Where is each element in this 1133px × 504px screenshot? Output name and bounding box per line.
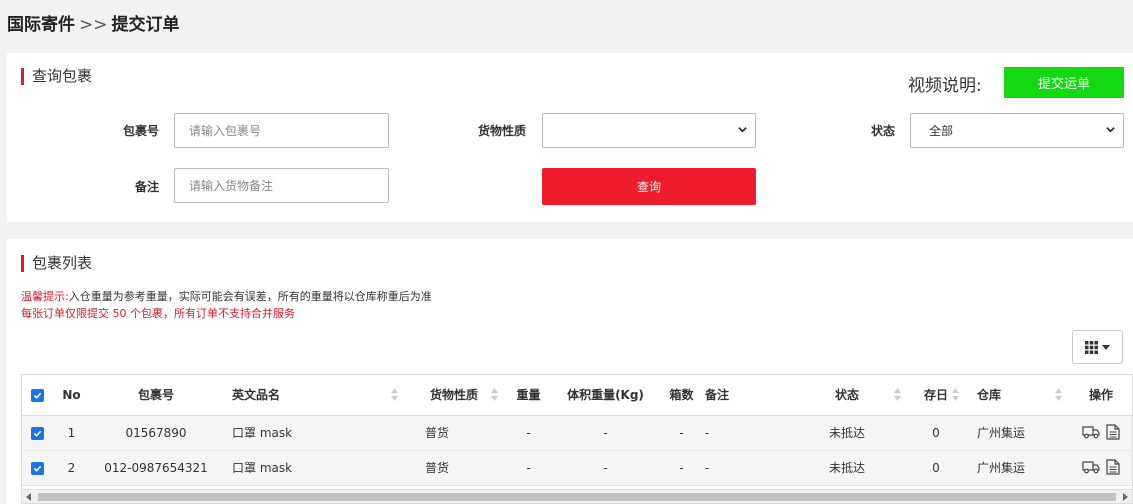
cell-cargo-nature: 普货 [404,415,504,451]
status-label: 状态 [870,124,895,138]
table-row: 1 01567890 口罩 mask 普货 - - - - 未抵达 0 广州集运 [22,415,1132,451]
cell-no: 1 [53,415,90,451]
row-checkbox[interactable] [22,450,53,486]
cell-boxes: - [658,415,705,451]
col-header-stock-days-label: 存日 [923,388,948,403]
col-header-package-no: 包裹号 [90,375,222,416]
chevron-down-icon [1106,127,1115,133]
cell-stock-days: 0 [907,450,965,486]
cell-package-no: 012-0987654321 [90,450,222,486]
document-icon[interactable] [1106,458,1120,475]
package-table: No 包裹号 英文品名 货物性质 重量 体积重量(Kg) 箱数 备注 状态 存日… [21,374,1133,504]
cell-actions [1068,450,1132,486]
caret-down-icon [1102,344,1110,350]
col-header-status[interactable]: 状态 [787,375,907,416]
col-header-cargo-nature-label: 货物性质 [429,388,478,403]
sort-icon [391,388,398,401]
submit-shipment-button[interactable]: 提交运单 [1004,67,1124,98]
cell-vol-weight: - [553,415,658,451]
col-header-remark: 备注 [705,375,787,416]
sort-icon [1055,388,1062,401]
row-checkbox[interactable] [22,415,53,451]
package-no-label: 包裹号 [122,124,159,138]
cell-cargo-nature: 普货 [404,450,504,486]
sort-icon [491,388,498,401]
breadcrumb-separator: >> [79,15,108,35]
scrollbar-thumb[interactable] [38,493,1116,501]
cell-weight: - [504,415,553,451]
remark-label: 备注 [134,180,159,194]
cargo-nature-label: 货物性质 [477,124,526,138]
sort-icon [952,388,959,401]
chevron-down-icon [738,127,747,133]
cell-remark: - [705,450,787,486]
video-guide-label: 视频说明: [908,76,982,96]
col-header-warehouse-label: 仓库 [977,388,1002,403]
query-section-title: 查询包裹 [21,68,92,85]
list-section-title: 包裹列表 [21,255,92,272]
cell-en-name: 口罩 mask [222,415,404,451]
truck-icon[interactable] [1082,425,1100,439]
col-header-vol-weight: 体积重量(Kg) [553,375,658,416]
cell-actions [1068,415,1132,451]
cell-en-name: 口罩 mask [222,450,404,486]
tip-line-1: 温馨提示:入仓重量为参考重量，实际可能会有误差，所有的重量将以仓库称重后为准 [21,288,432,304]
checkbox-checked-icon [31,388,44,402]
sort-icon [894,388,901,401]
cell-status: 未抵达 [787,415,907,451]
col-header-stock-days[interactable]: 存日 [907,375,965,416]
grid-columns-icon [1085,340,1098,354]
col-header-en-name[interactable]: 英文品名 [222,375,404,416]
cell-warehouse: 广州集运 [965,450,1068,486]
cell-weight: - [504,450,553,486]
col-header-boxes: 箱数 [658,375,705,416]
query-panel: 查询包裹 视频说明: 提交运单 包裹号 货物性质 状态 全部 备注 查询 [7,53,1133,222]
cell-warehouse: 广州集运 [965,415,1068,451]
cell-boxes: - [658,450,705,486]
horizontal-scrollbar[interactable] [22,489,1132,503]
table-row: 2 012-0987654321 口罩 mask 普货 - - - - 未抵达 … [22,450,1132,486]
remark-input[interactable] [174,168,389,203]
status-select[interactable]: 全部 [910,113,1124,148]
checkbox-checked-icon [31,461,44,475]
scroll-left-icon[interactable] [26,493,31,501]
scroll-right-icon[interactable] [1123,493,1128,501]
cell-package-no: 01567890 [90,415,222,451]
cargo-nature-select[interactable] [542,113,756,148]
page-title: 提交订单 [111,15,180,35]
status-select-value: 全部 [929,124,954,138]
cell-stock-days: 0 [907,415,965,451]
col-header-cargo-nature[interactable]: 货物性质 [404,375,504,416]
tip-text: 入仓重量为参考重量，实际可能会有误差，所有的重量将以仓库称重后为准 [68,290,432,303]
col-header-weight: 重量 [504,375,553,416]
col-header-no: No [53,375,90,416]
query-button[interactable]: 查询 [542,168,756,205]
truck-icon[interactable] [1082,460,1100,474]
col-header-warehouse[interactable]: 仓库 [965,375,1068,416]
breadcrumb: 国际寄件 >> 提交订单 [7,10,180,35]
col-header-status-label: 状态 [834,388,859,403]
package-no-input[interactable] [174,113,389,148]
document-icon[interactable] [1106,423,1120,440]
cell-status: 未抵达 [787,450,907,486]
checkbox-checked-icon [31,426,44,440]
tip-line-2: 每张订单仅限提交 50 个包裹，所有订单不支持合并服务 [21,307,295,320]
col-header-actions: 操作 [1068,375,1132,416]
col-header-en-name-label: 英文品名 [232,388,281,403]
cell-no: 2 [53,450,90,486]
cell-vol-weight: - [553,450,658,486]
table-header-row: No 包裹号 英文品名 货物性质 重量 体积重量(Kg) 箱数 备注 状态 存日… [22,375,1132,416]
breadcrumb-home[interactable]: 国际寄件 [7,15,75,35]
tip-prefix: 温馨提示: [21,290,69,303]
package-list-panel: 包裹列表 温馨提示:入仓重量为参考重量，实际可能会有误差，所有的重量将以仓库称重… [7,239,1133,504]
cell-remark: - [705,415,787,451]
select-all-checkbox[interactable] [22,375,53,416]
column-toggle-button[interactable] [1072,330,1123,364]
